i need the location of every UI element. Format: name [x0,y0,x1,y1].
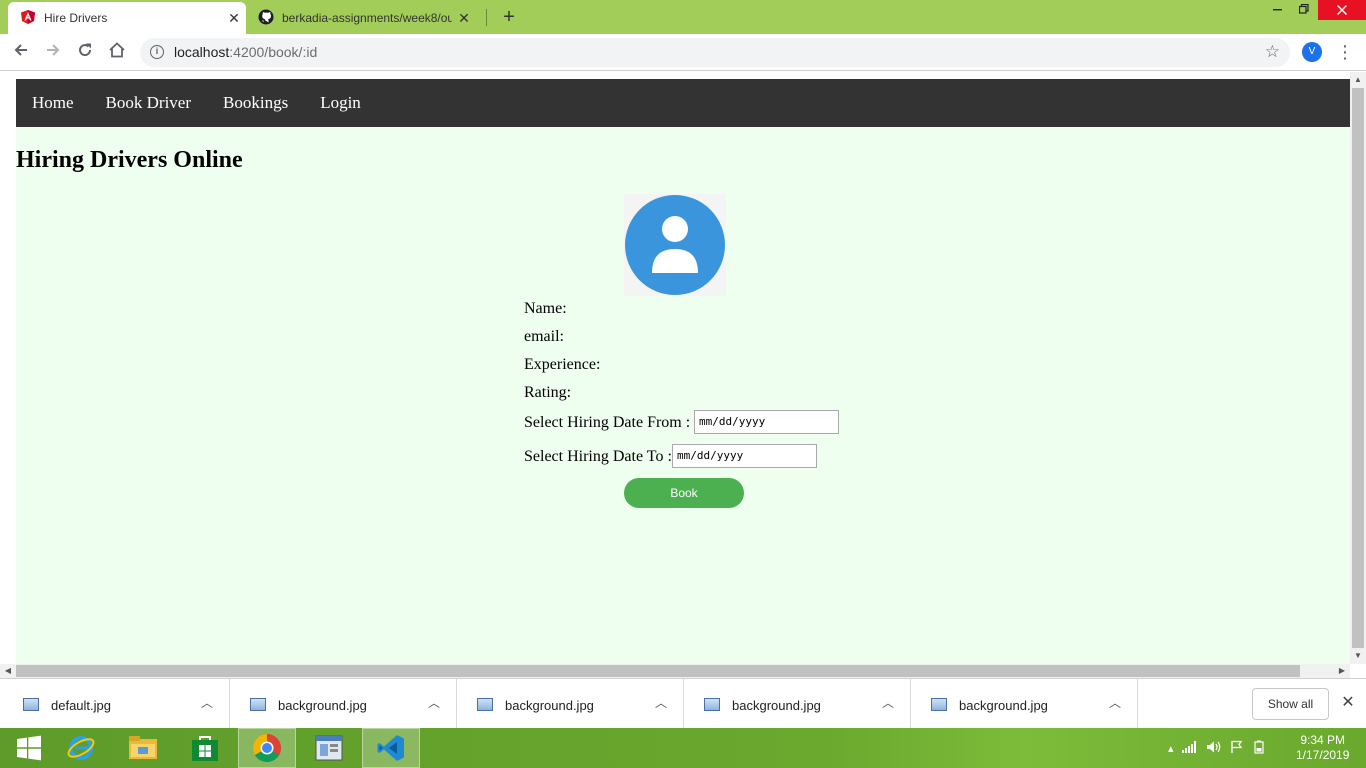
browser-toolbar: i localhost:4200/book/:id ☆ V ⋮ [0,34,1366,71]
horizontal-scroll-thumb[interactable] [16,665,1300,677]
close-tab-icon[interactable]: ✕ [452,10,476,27]
name-label: Name: [524,300,567,317]
paint-icon[interactable] [300,728,358,768]
start-button[interactable] [0,728,58,768]
forward-arrow-icon [47,44,60,56]
nav-home[interactable]: Home [16,79,90,127]
download-item[interactable]: background.jpg ︿ [457,679,684,729]
image-file-icon [23,698,39,711]
date-from-label: Select Hiring Date From : [524,414,691,431]
vscode-icon[interactable] [362,728,420,768]
url-path: :4200/book/:id [229,44,318,60]
app-page: Home Book Driver Bookings Login Hiring D… [16,79,1350,664]
download-shelf: default.jpg ︿ background.jpg ︿ backgroun… [0,678,1366,729]
email-label: email: [524,328,564,345]
nav-login[interactable]: Login [304,79,377,127]
address-bar[interactable]: i localhost:4200/book/:id ☆ [140,38,1290,67]
download-filename: default.jpg [51,698,111,713]
back-button[interactable] [10,41,32,63]
chevron-up-icon[interactable]: ︿ [882,694,894,711]
info-icon[interactable]: i [150,45,164,59]
volume-icon[interactable] [1206,740,1222,757]
vertical-scrollbar[interactable]: ▲ ▼ [1350,72,1366,664]
date-from-input[interactable]: mm/dd/yyyy [694,410,839,434]
book-button[interactable]: Book [624,478,744,508]
download-filename: background.jpg [732,698,821,713]
url-host: localhost [174,44,230,60]
angular-icon [20,9,36,28]
nav-bookings[interactable]: Bookings [207,79,304,127]
battery-power-icon[interactable] [1252,740,1266,757]
chevron-up-icon[interactable]: ︿ [655,694,667,711]
image-file-icon [477,698,493,711]
home-icon [109,42,125,58]
new-tab-button[interactable]: + [498,6,520,28]
date-to-label: Select Hiring Date To : [524,448,672,465]
show-all-button[interactable]: Show all [1252,688,1329,720]
windows-logo-icon [17,735,41,761]
close-shelf-icon[interactable]: ✕ [1338,693,1358,713]
url-text[interactable]: localhost:4200/book/:id [174,44,317,60]
download-filename: background.jpg [959,698,1048,713]
bookmark-star-icon[interactable]: ☆ [1265,42,1280,62]
close-tab-icon[interactable]: ✕ [222,10,246,27]
image-file-icon [931,698,947,711]
download-filename: background.jpg [505,698,594,713]
back-arrow-icon [14,44,27,56]
windows-taskbar: ▴ 9:34 PM 1/17/2019 [0,728,1366,768]
menu-kebab-icon[interactable]: ⋮ [1336,40,1354,64]
image-file-icon [704,698,720,711]
nav-book-driver[interactable]: Book Driver [90,79,207,127]
download-item[interactable]: background.jpg ︿ [911,679,1138,729]
clock-time: 9:34 PM [1300,733,1346,747]
store-icon[interactable] [176,728,234,768]
horizontal-scrollbar[interactable]: ◀ ▶ [0,664,1350,678]
action-center-flag-icon[interactable] [1230,740,1244,757]
page-viewport: Home Book Driver Bookings Login Hiring D… [0,72,1366,678]
home-button[interactable] [106,41,128,63]
top-navigation: Home Book Driver Bookings Login [16,79,1350,127]
close-window-button[interactable] [1318,0,1366,20]
profile-avatar[interactable]: V [1302,42,1322,62]
chevron-up-icon[interactable]: ︿ [428,694,440,711]
image-file-icon [250,698,266,711]
internet-explorer-icon[interactable] [52,728,110,768]
download-item[interactable]: default.jpg ︿ [3,679,230,729]
download-item[interactable]: background.jpg ︿ [684,679,911,729]
date-to-input[interactable]: mm/dd/yyyy [672,444,817,468]
download-filename: background.jpg [278,698,367,713]
tab-title: berkadia-assignments/week8/ou [282,11,452,25]
scroll-right-icon[interactable]: ▶ [1334,664,1350,678]
scroll-up-icon[interactable]: ▲ [1350,72,1366,88]
tab-github[interactable]: berkadia-assignments/week8/ou ✕ [248,2,486,34]
clock-date: 1/17/2019 [1296,748,1350,762]
file-explorer-icon[interactable] [114,728,172,768]
restore-icon [1298,3,1309,14]
reload-icon [79,43,92,57]
tab-title: Hire Drivers [44,11,108,25]
tray-expand-chevron-icon[interactable]: ▴ [1168,742,1174,755]
network-signal-icon[interactable] [1181,740,1198,756]
page-title: Hiring Drivers Online [16,147,243,173]
user-avatar-icon [625,195,725,295]
system-tray: ▴ [1168,728,1266,768]
browser-tab-strip: Hire Drivers ✕ berkadia-assignments/week… [0,0,1366,34]
tab-hire-drivers[interactable]: Hire Drivers ✕ [8,2,246,34]
rating-label: Rating: [524,384,572,401]
download-item[interactable]: background.jpg ︿ [230,679,457,729]
github-icon [258,9,274,28]
scroll-left-icon[interactable]: ◀ [0,664,16,678]
vertical-scroll-thumb[interactable] [1352,88,1364,648]
reload-button[interactable] [74,41,96,63]
chevron-up-icon[interactable]: ︿ [1109,694,1121,711]
scroll-down-icon[interactable]: ▼ [1350,648,1366,664]
close-icon [1337,5,1347,15]
chrome-icon[interactable] [238,728,296,768]
experience-label: Experience: [524,356,601,373]
forward-button[interactable] [42,41,64,63]
tab-divider [486,9,487,26]
chevron-up-icon[interactable]: ︿ [201,694,213,711]
taskbar-clock[interactable]: 9:34 PM 1/17/2019 [1296,733,1349,763]
driver-avatar [624,194,726,296]
